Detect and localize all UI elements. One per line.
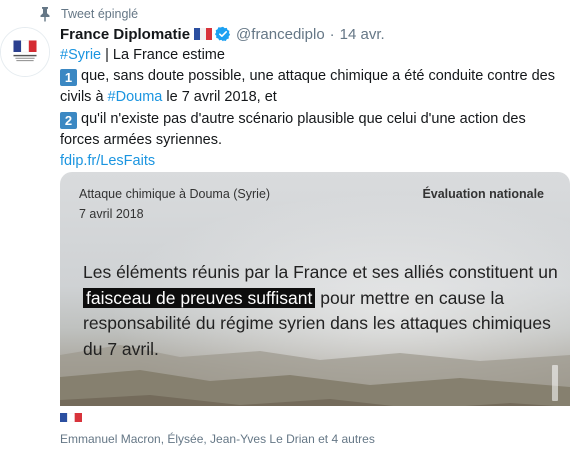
french-flag-icon [194, 28, 213, 40]
media-date: 7 avril 2018 [79, 207, 144, 221]
keycap-two-icon: 2 [60, 111, 77, 129]
point-one-text-b: le 7 avril 2018, et [162, 89, 277, 106]
media-statement-a: Les éléments réunis par la France et ses… [83, 262, 558, 282]
tweet-link[interactable]: fdip.fr/LesFaits [60, 153, 155, 169]
hashtag-douma[interactable]: #Douma [108, 89, 163, 105]
media-footer [60, 406, 570, 425]
french-flag-icon [60, 413, 82, 422]
intro-text: | La France estime [101, 47, 225, 63]
media-badge: Évaluation nationale [422, 187, 544, 201]
author-name[interactable]: France Diplomatie [60, 26, 190, 43]
tweet-header: France Diplomatie @francediplo · 14 avr. [60, 24, 567, 44]
watermark-icon [552, 365, 558, 401]
media-statement-highlight: faisceau de preuves suffisant [83, 287, 316, 308]
media-statement: Les éléments réunis par la France et ses… [83, 260, 563, 362]
hashtag-syrie[interactable]: #Syrie [60, 47, 101, 63]
pinned-label: Tweet épinglé [61, 7, 139, 21]
tagged-people[interactable]: Emmanuel Macron, Élysée, Jean-Yves Le Dr… [60, 432, 375, 446]
pin-icon [40, 7, 50, 22]
ministry-logo-icon [1, 28, 49, 76]
tweet-text: #Syrie | La France estime 1 que, sans dou… [60, 45, 565, 172]
pinned-indicator: Tweet épinglé [37, 6, 138, 22]
author-handle[interactable]: @francediplo [236, 26, 325, 43]
tweet-media-image[interactable]: Attaque chimique à Douma (Syrie) 7 avril… [60, 172, 570, 425]
tweet-timestamp[interactable]: 14 avr. [340, 26, 385, 43]
media-title: Attaque chimique à Douma (Syrie) [79, 187, 271, 201]
point-two-text: qu'il n'existe pas d'autre scénario plau… [60, 110, 526, 148]
keycap-one-icon: 1 [60, 69, 77, 87]
verified-badge-icon [215, 26, 231, 42]
separator-dot: · [329, 25, 335, 43]
avatar[interactable] [0, 27, 50, 77]
